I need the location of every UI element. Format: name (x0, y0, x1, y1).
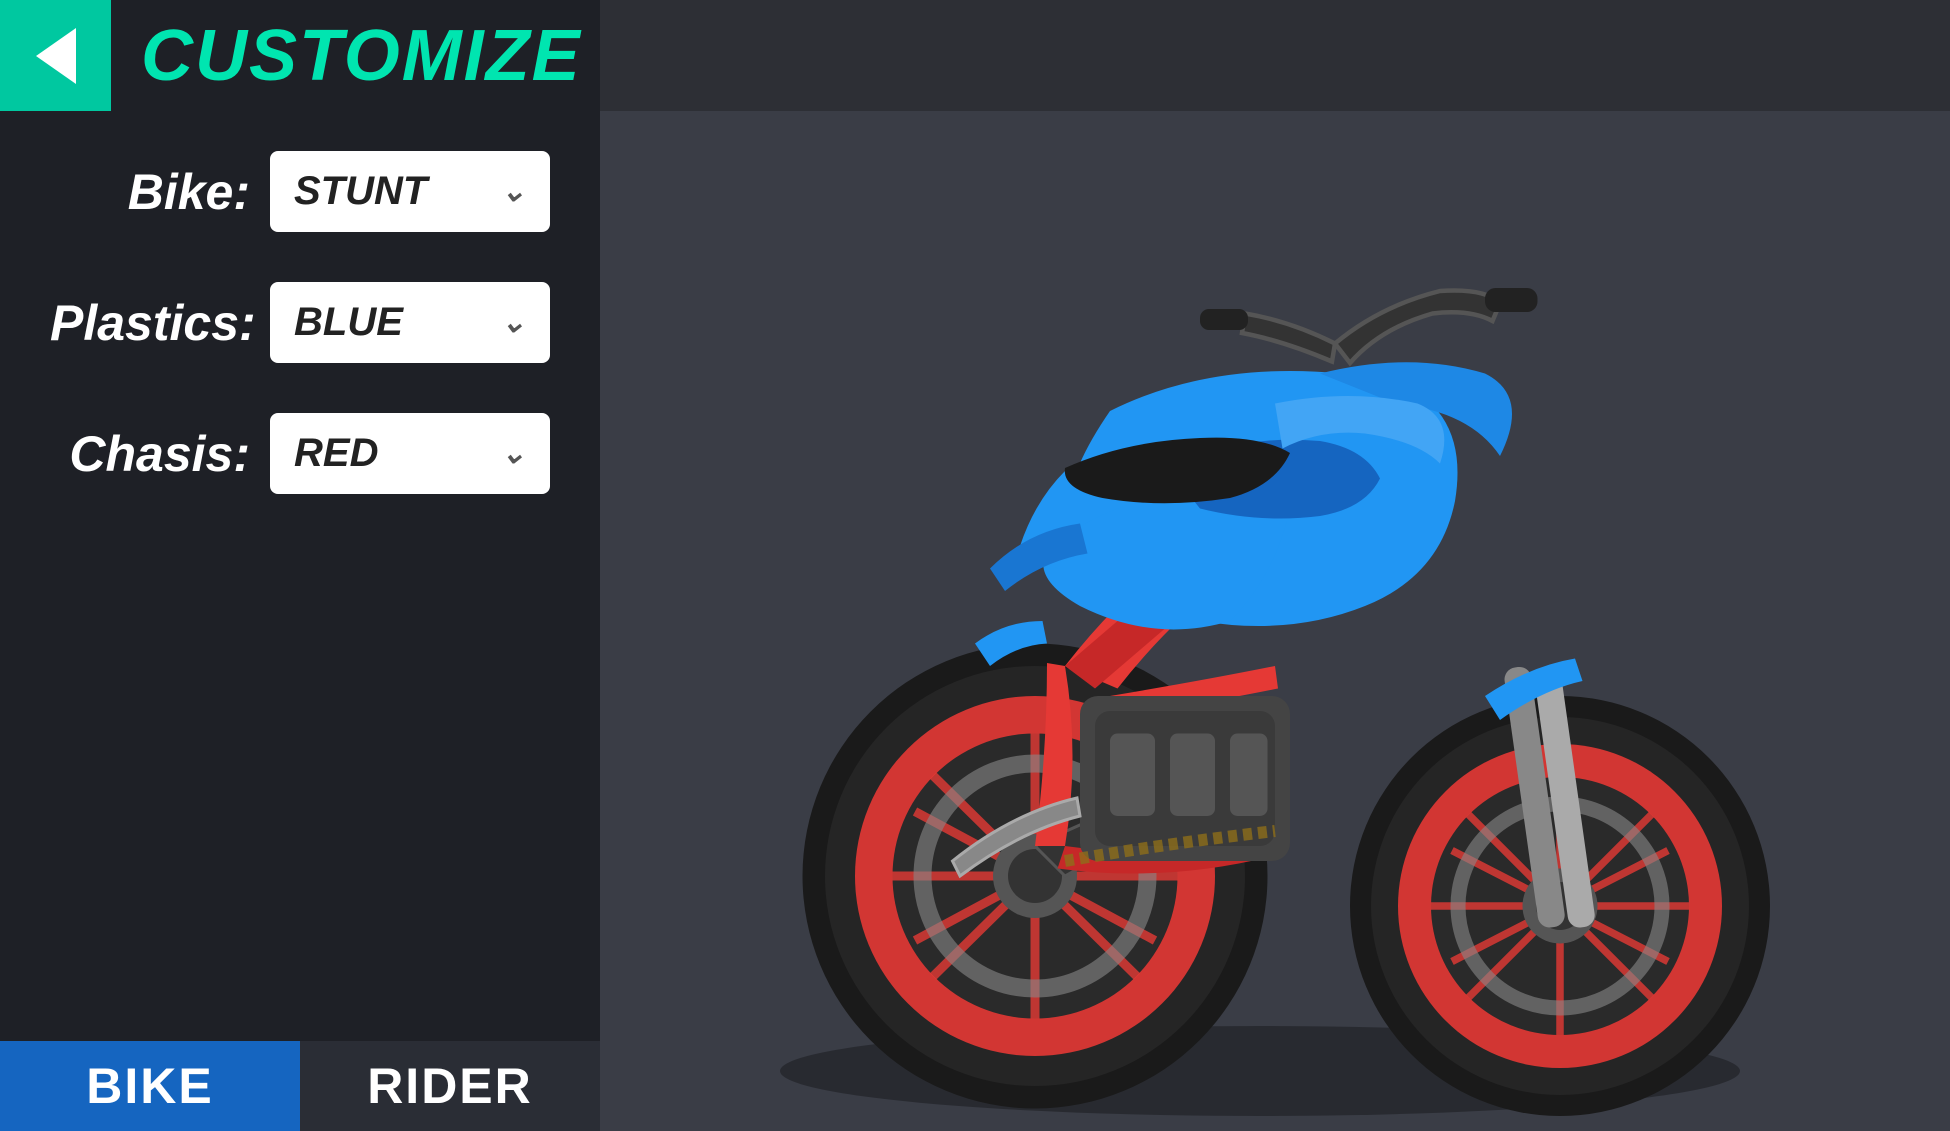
plastics-field-row: Plastics: BLUE ⌄ (50, 282, 550, 363)
bike-field-row: Bike: STUNT ⌄ (50, 151, 550, 232)
chasis-field-row: Chasis: RED ⌄ (50, 413, 550, 494)
page-title: CUSTOMIZE (141, 15, 582, 97)
plastics-chevron-icon: ⌄ (501, 305, 526, 340)
bike-svg (600, 111, 1950, 1131)
bike-label: Bike: (50, 163, 250, 221)
plastics-dropdown[interactable]: BLUE ⌄ (270, 282, 550, 363)
tab-bike[interactable]: BIKE (0, 1041, 300, 1131)
left-panel: Bike: STUNT ⌄ Plastics: BLUE ⌄ Chasis: R… (0, 111, 600, 1131)
back-arrow-icon (36, 28, 76, 84)
plastics-label: Plastics: (50, 294, 250, 352)
back-button[interactable] (0, 0, 111, 111)
tab-rider[interactable]: RIDER (300, 1041, 600, 1131)
plastics-dropdown-value: BLUE (294, 300, 486, 345)
chasis-chevron-icon: ⌄ (501, 436, 526, 471)
chasis-label: Chasis: (50, 425, 250, 483)
tab-rider-label: RIDER (367, 1057, 533, 1115)
bike-chevron-icon: ⌄ (501, 174, 526, 209)
tab-bike-label: BIKE (86, 1057, 213, 1115)
chasis-dropdown[interactable]: RED ⌄ (270, 413, 550, 494)
bike-preview (600, 111, 1950, 1131)
chasis-dropdown-value: RED (294, 431, 486, 476)
bottom-tabs: BIKE RIDER (0, 1041, 600, 1131)
bike-dropdown-value: STUNT (294, 169, 486, 214)
bike-dropdown[interactable]: STUNT ⌄ (270, 151, 550, 232)
